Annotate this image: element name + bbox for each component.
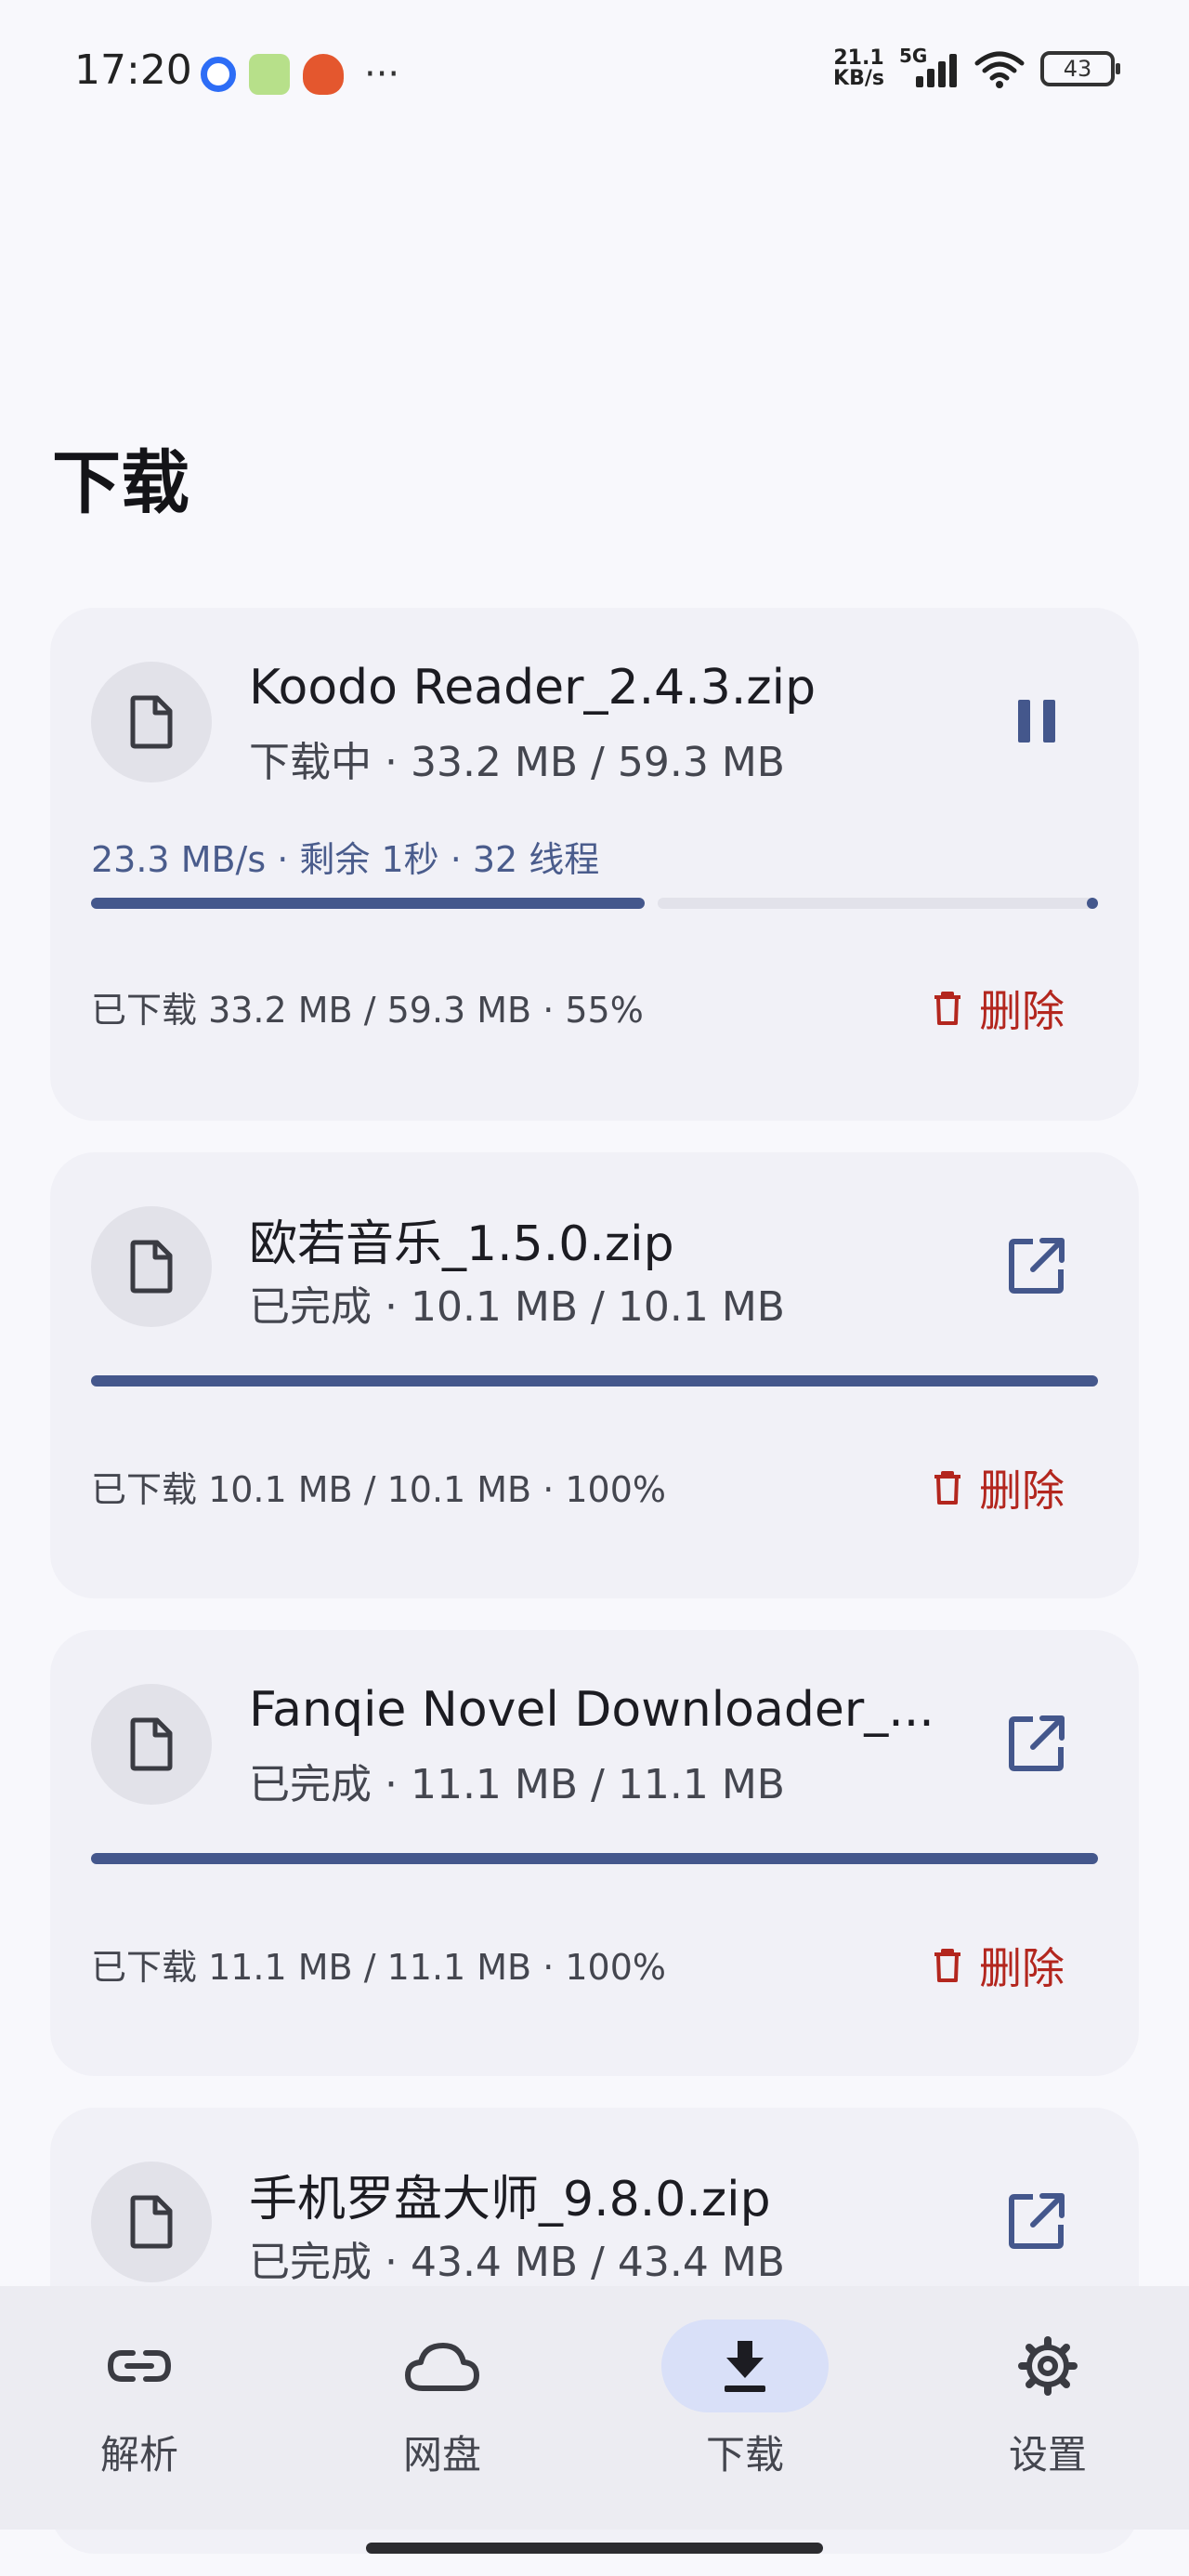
signal-icon: 5G <box>899 45 959 89</box>
file-name: Fanqie Novel Downloader_... <box>249 1682 934 1738</box>
nav-icon-pill <box>964 2320 1131 2412</box>
downloaded-info: 已下载 33.2 MB / 59.3 MB · 55% <box>91 990 644 1031</box>
open-button[interactable] <box>1000 1706 1074 1781</box>
nav-item-settings[interactable]: 设置 <box>936 2320 1159 2496</box>
status-time: 17:20 <box>74 46 192 94</box>
pause-button[interactable] <box>1000 684 1074 758</box>
file-status: 已完成 · 10.1 MB / 10.1 MB <box>249 1283 785 1331</box>
open-button[interactable] <box>1000 1229 1074 1303</box>
network-speed-value: 21.1 <box>833 46 884 70</box>
link-icon <box>107 2350 172 2382</box>
network-speed: 21.1 KB/s <box>833 48 884 89</box>
network-speed-unit: KB/s <box>833 67 884 90</box>
nav-icon-pill <box>56 2320 223 2412</box>
gear-icon <box>1018 2336 1078 2396</box>
open-external-icon <box>1009 1715 1065 1771</box>
nav-label: 网盘 <box>402 2432 481 2477</box>
gesture-bar[interactable] <box>366 2543 823 2554</box>
progress-fill <box>91 1375 1098 1387</box>
message-app-icon <box>201 57 236 92</box>
progress-fill <box>91 1853 1098 1864</box>
delete-label: 删除 <box>979 1943 1065 1993</box>
nav-icon-pill <box>359 2320 526 2412</box>
open-button[interactable] <box>1000 2184 1074 2258</box>
status-bar: 17:20 ··· 21.1 KB/s 5G 43 <box>0 0 1189 149</box>
file-icon <box>91 1206 212 1327</box>
nav-item-parse[interactable]: 解析 <box>28 2320 251 2496</box>
notification-icons: ··· <box>197 54 399 95</box>
page-title: 下载 <box>52 443 189 523</box>
nav-icon-pill <box>661 2320 829 2412</box>
delete-button[interactable]: 删除 <box>933 1457 1065 1518</box>
trash-icon <box>934 992 960 1025</box>
downloaded-info: 已下载 10.1 MB / 10.1 MB · 100% <box>91 1469 667 1510</box>
tomato-app-icon <box>303 54 344 95</box>
more-notifications-icon: ··· <box>364 53 400 96</box>
bottom-navigation: 解析 网盘 下载 设置 <box>0 2286 1189 2530</box>
download-speed: 23.3 MB/s · 剩余 1秒 · 32 线程 <box>91 839 600 880</box>
progress-end-dot <box>1087 898 1098 909</box>
nav-label: 设置 <box>1008 2432 1087 2477</box>
status-right: 21.1 KB/s 5G 43 <box>833 45 1120 89</box>
network-type: 5G <box>899 45 928 67</box>
download-card: Fanqie Novel Downloader_... 已完成 · 11.1 M… <box>50 1630 1139 2076</box>
battery-icon: 43 <box>1040 51 1120 86</box>
progress-fill <box>91 898 645 909</box>
file-icon <box>91 662 212 782</box>
feishu-app-icon <box>249 54 290 95</box>
download-icon <box>725 2341 765 2392</box>
nav-item-download[interactable]: 下载 <box>634 2320 856 2496</box>
file-name: 手机罗盘大师_9.8.0.zip <box>249 2172 771 2228</box>
trash-icon <box>934 1949 960 1982</box>
trash-icon <box>934 1471 960 1505</box>
progress-bar <box>91 898 1098 909</box>
open-external-icon <box>1009 2193 1065 2249</box>
progress-bar <box>91 1375 1098 1387</box>
file-name: 欧若音乐_1.5.0.zip <box>249 1216 674 1272</box>
delete-label: 删除 <box>979 986 1065 1036</box>
progress-bar <box>91 1853 1098 1864</box>
progress-remaining <box>658 898 1098 909</box>
nav-item-cloud[interactable]: 网盘 <box>331 2320 554 2496</box>
nav-label: 下载 <box>705 2432 784 2477</box>
delete-label: 删除 <box>979 1465 1065 1516</box>
download-card: 欧若音乐_1.5.0.zip 已完成 · 10.1 MB / 10.1 MB 已… <box>50 1152 1139 1598</box>
delete-button[interactable]: 删除 <box>933 1935 1065 1996</box>
file-status: 已完成 · 43.4 MB / 43.4 MB <box>249 2239 785 2286</box>
file-status: 下载中 · 33.2 MB / 59.3 MB <box>249 739 785 786</box>
file-icon <box>91 2162 212 2282</box>
cloud-icon <box>405 2343 479 2391</box>
file-icon <box>91 1684 212 1805</box>
wifi-icon <box>974 51 1025 88</box>
nav-label: 解析 <box>99 2432 178 2477</box>
delete-button[interactable]: 删除 <box>933 978 1065 1039</box>
pause-icon <box>1018 700 1055 743</box>
downloaded-info: 已下载 11.1 MB / 11.1 MB · 100% <box>91 1947 667 1988</box>
file-name: Koodo Reader_2.4.3.zip <box>249 660 817 716</box>
open-external-icon <box>1009 1238 1065 1294</box>
file-status: 已完成 · 11.1 MB / 11.1 MB <box>249 1761 785 1808</box>
download-card: Koodo Reader_2.4.3.zip 下载中 · 33.2 MB / 5… <box>50 608 1139 1121</box>
battery-level: 43 <box>1063 56 1092 82</box>
downloads-screen: 17:20 ··· 21.1 KB/s 5G 43 下载 Koodo Reade… <box>0 0 1189 2576</box>
